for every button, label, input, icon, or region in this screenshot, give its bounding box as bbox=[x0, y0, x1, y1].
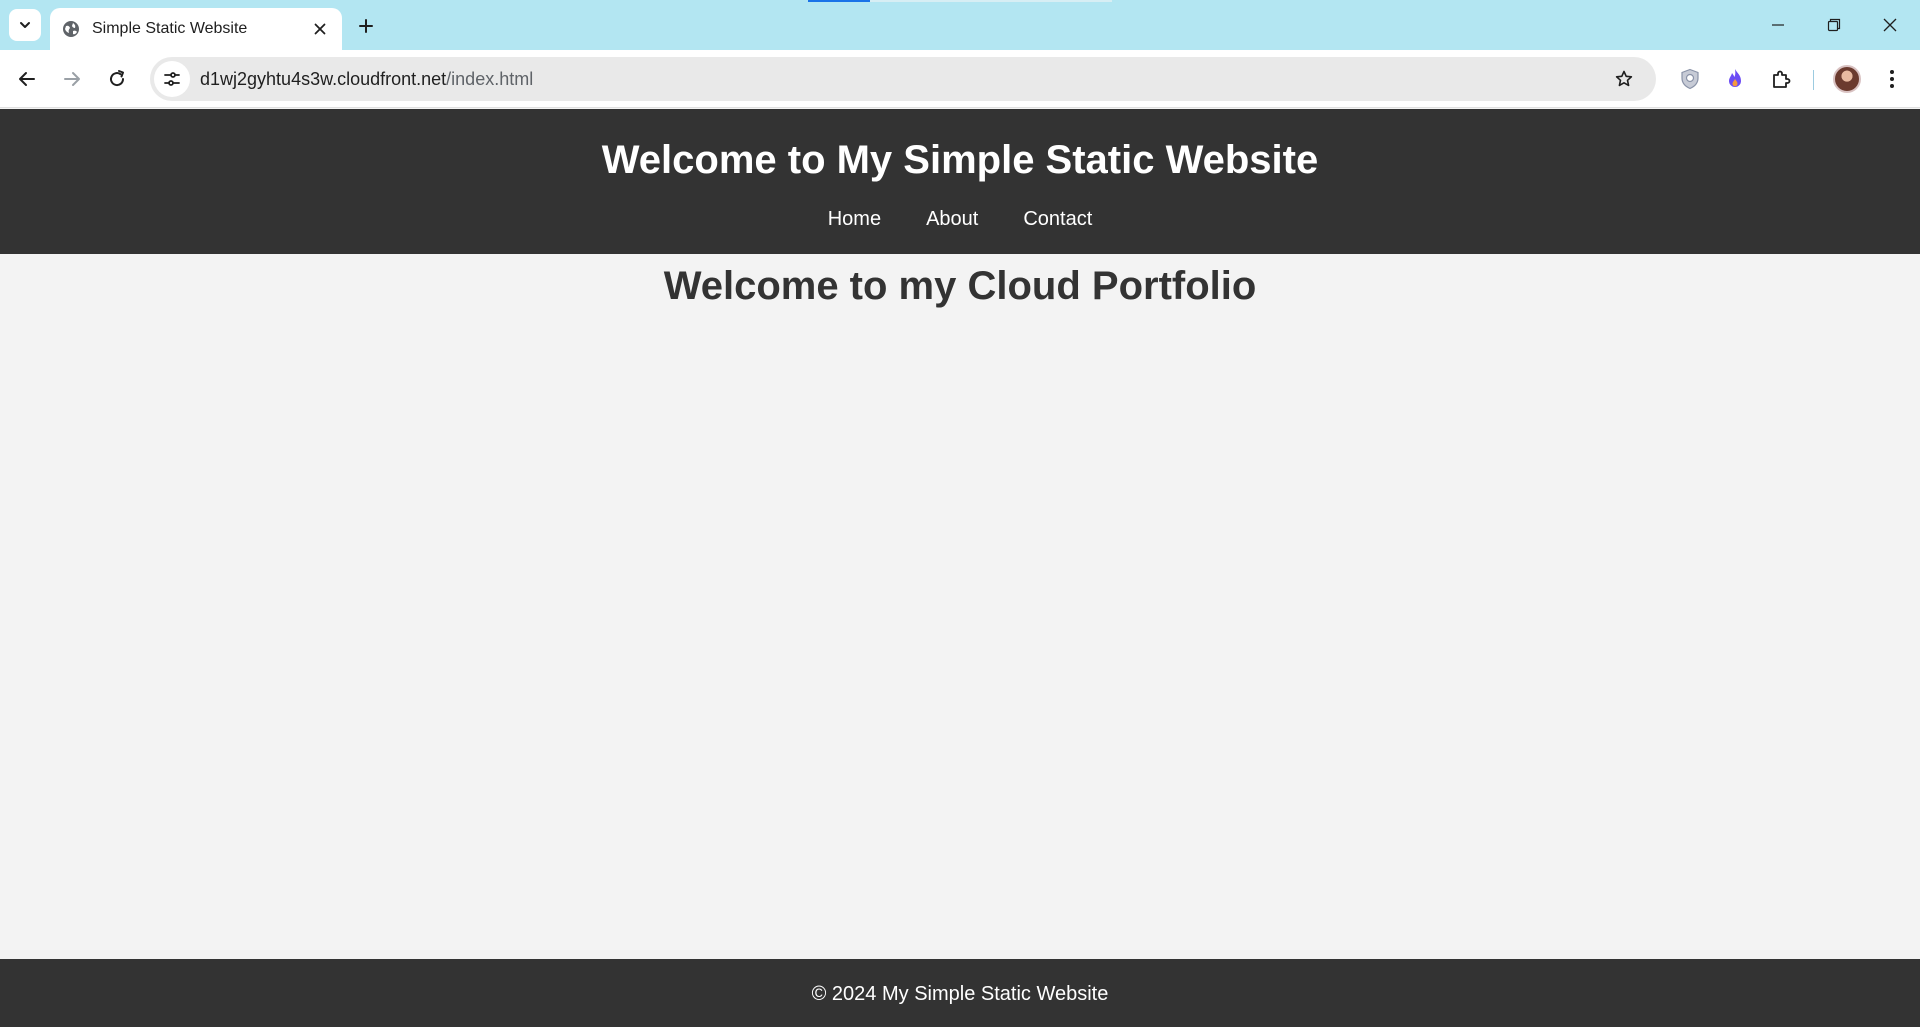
reload-icon bbox=[110, 70, 125, 87]
reload-button[interactable] bbox=[99, 61, 135, 97]
plus-icon bbox=[359, 19, 373, 33]
restore-button[interactable] bbox=[1806, 0, 1862, 50]
back-button[interactable] bbox=[9, 61, 45, 97]
globe-icon bbox=[63, 21, 79, 37]
more-vertical-icon bbox=[1890, 70, 1894, 88]
tab-strip: Simple Static Website bbox=[0, 0, 1920, 50]
minimize-button[interactable] bbox=[1750, 0, 1806, 50]
site-header: Welcome to My Simple Static Website Home… bbox=[0, 109, 1920, 254]
arrow-left-icon bbox=[19, 72, 35, 86]
puzzle-icon bbox=[1773, 70, 1791, 88]
tabstrip-accent-light bbox=[870, 0, 1112, 2]
browser-toolbar: d1wj2gyhtu4s3w.cloudfront.net/index.html bbox=[0, 50, 1920, 108]
page-heading: Welcome to my Cloud Portfolio bbox=[663, 264, 1257, 308]
url-host: d1wj2gyhtu4s3w.cloudfront.net bbox=[200, 68, 447, 89]
nav-link-contact[interactable]: Contact bbox=[1023, 204, 1092, 234]
arrow-right-icon bbox=[64, 72, 80, 86]
new-tab-button[interactable] bbox=[350, 10, 382, 42]
extension-flame-button[interactable] bbox=[1717, 61, 1753, 97]
nav-link-about[interactable]: About bbox=[926, 204, 978, 234]
tabstrip-accent bbox=[808, 0, 870, 2]
shield-icon bbox=[1681, 68, 1699, 90]
tune-icon bbox=[164, 72, 180, 86]
site-nav: Home About Contact bbox=[0, 204, 1920, 234]
flame-icon bbox=[1729, 69, 1741, 87]
bookmark-button[interactable] bbox=[1606, 61, 1642, 97]
address-bar[interactable]: d1wj2gyhtu4s3w.cloudfront.net/index.html bbox=[150, 57, 1656, 101]
url-path: /index.html bbox=[446, 68, 534, 89]
toolbar-separator bbox=[1813, 70, 1814, 90]
restore-icon bbox=[1827, 18, 1841, 32]
extensions-button[interactable] bbox=[1763, 61, 1799, 97]
avatar bbox=[1833, 65, 1861, 93]
tab-close-button[interactable] bbox=[306, 15, 334, 43]
chevron-down-icon bbox=[20, 22, 30, 28]
tab-title: Simple Static Website bbox=[92, 20, 248, 37]
minimize-icon bbox=[1772, 24, 1784, 26]
site-info-button[interactable] bbox=[154, 61, 190, 97]
nav-link-home[interactable]: Home bbox=[828, 204, 881, 234]
extension-shield-button[interactable] bbox=[1672, 61, 1708, 97]
site-footer: © 2024 My Simple Static Website bbox=[0, 959, 1920, 1027]
star-icon bbox=[1615, 70, 1633, 87]
site-title: Welcome to My Simple Static Website bbox=[601, 138, 1319, 182]
footer-copyright: © 2024 My Simple Static Website bbox=[811, 983, 1109, 1005]
url-text[interactable]: d1wj2gyhtu4s3w.cloudfront.net/index.html bbox=[200, 69, 1606, 90]
close-icon bbox=[314, 23, 326, 35]
tab-search-button[interactable] bbox=[9, 9, 41, 41]
profile-button[interactable] bbox=[1829, 61, 1865, 97]
tab-active[interactable]: Simple Static Website bbox=[50, 8, 342, 50]
forward-button[interactable] bbox=[54, 61, 90, 97]
browser-menu-button[interactable] bbox=[1874, 61, 1910, 97]
close-window-button[interactable] bbox=[1862, 0, 1918, 50]
close-icon bbox=[1883, 18, 1897, 32]
